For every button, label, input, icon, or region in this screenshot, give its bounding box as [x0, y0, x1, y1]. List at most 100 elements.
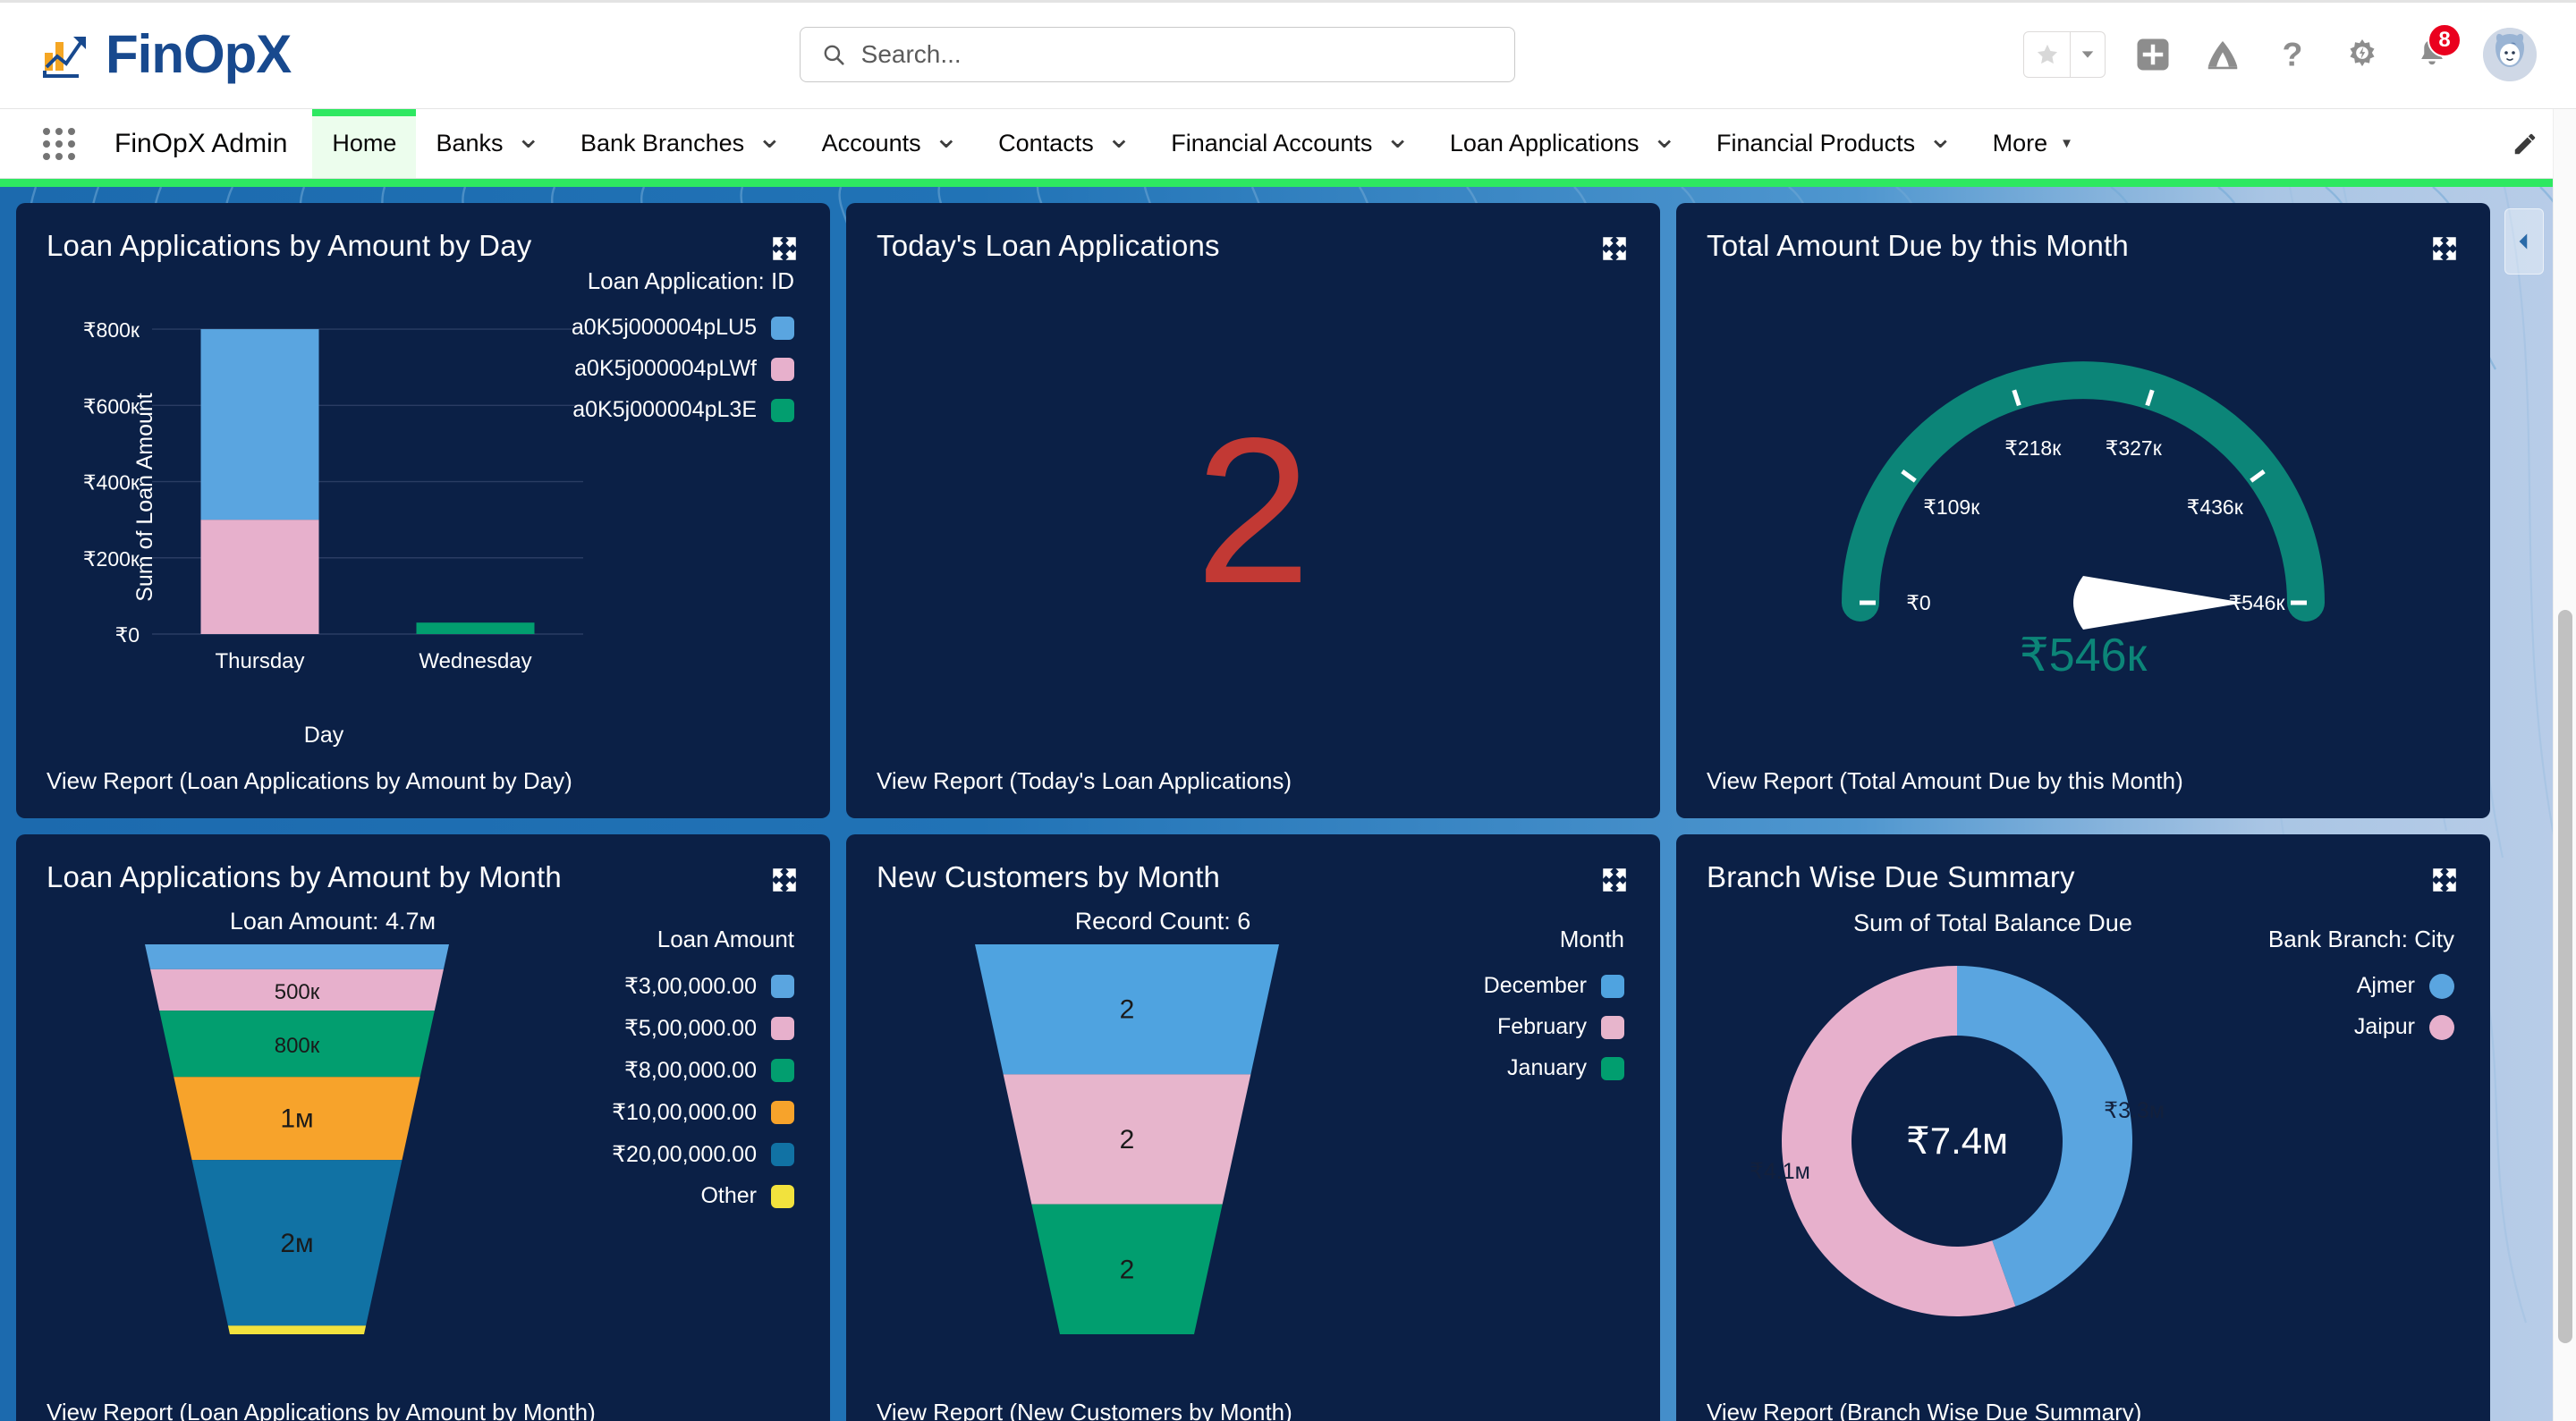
question-mark-icon[interactable]: ?	[2270, 32, 2315, 77]
donut-slice-label: ₹4.1м	[1750, 1159, 1810, 1184]
view-report-link[interactable]: View Report (Branch Wise Due Summary)	[1707, 1390, 2460, 1421]
legend-color-swatch	[771, 1101, 794, 1124]
card-header: Loan Applications by Amount by Day	[47, 229, 800, 264]
search-input[interactable]	[860, 39, 1493, 69]
chart-area-funnel: Loan Amount: 4.7м 500к 800к 1м 2м Loan Amou…	[47, 895, 800, 1390]
nav-item-label: Contacts	[998, 130, 1094, 156]
view-report-link[interactable]: View Report (Today's Loan Applications)	[877, 758, 1630, 818]
legend-item[interactable]: a0K5j000004pLU5	[572, 315, 794, 341]
legend-item[interactable]: ₹20,00,000.00	[612, 1141, 794, 1168]
favorites-group[interactable]	[2023, 30, 2106, 78]
search-icon	[822, 43, 845, 66]
page-scrollbar-thumb[interactable]	[2558, 610, 2572, 1343]
tent-icon[interactable]	[2200, 32, 2245, 77]
star-icon[interactable]	[2024, 31, 2071, 77]
legend-item[interactable]: ₹8,00,000.00	[612, 1057, 794, 1084]
nav-item-banks[interactable]: Banks ⌄	[416, 109, 561, 178]
expand-icon[interactable]	[769, 865, 800, 895]
legend-item[interactable]: ₹5,00,000.00	[612, 1015, 794, 1042]
bell-icon[interactable]: 8	[2410, 22, 2462, 77]
nav-item-financial-products[interactable]: Financial Products ⌄	[1697, 109, 1973, 178]
nav-item-financial-accounts[interactable]: Financial Accounts ⌄	[1151, 109, 1430, 178]
svg-text:₹109к: ₹109к	[1923, 495, 1980, 519]
view-report-link[interactable]: View Report (Loan Applications by Amount…	[47, 758, 800, 818]
expand-icon[interactable]	[1599, 865, 1630, 895]
funnel-svg[interactable]: 2 2 2	[877, 935, 1377, 1347]
waffle-dot	[55, 152, 63, 160]
expand-icon[interactable]	[2429, 233, 2460, 264]
app-launcher-icon[interactable]	[34, 109, 84, 178]
legend-item[interactable]: January	[1484, 1055, 1624, 1081]
nav-item-label: Financial Accounts	[1171, 130, 1373, 156]
chevron-down-icon[interactable]: ⌄	[516, 123, 542, 153]
chevron-down-icon[interactable]: ⌄	[757, 123, 783, 153]
page-scrollbar[interactable]	[2553, 109, 2576, 1421]
funnel-svg[interactable]: 500к 800к 1м 2м	[47, 935, 547, 1347]
funnel-segment-label: 2	[1120, 995, 1135, 1025]
legend-item-label: ₹20,00,000.00	[612, 1142, 757, 1167]
chevron-down-icon[interactable]: ▼	[2060, 137, 2073, 150]
chevron-down-icon[interactable]	[2071, 32, 2105, 77]
global-search-area	[291, 26, 2023, 82]
collapse-panel-button[interactable]	[2504, 208, 2544, 275]
avatar[interactable]	[2483, 27, 2537, 81]
funnel-segment	[227, 1325, 367, 1334]
waffle-dot	[55, 127, 63, 135]
chart-area-metric: 2	[877, 264, 1630, 758]
nav-item-label: Banks	[436, 130, 504, 156]
nav-item-bank-branches[interactable]: Bank Branches ⌄	[561, 109, 802, 178]
legend-item[interactable]: Ajmer	[2268, 973, 2454, 999]
legend-item[interactable]: Jaipur	[2268, 1014, 2454, 1040]
bar-chart-svg[interactable]: ₹0₹200к₹400к₹600к₹800кThursday Wednesday	[47, 305, 601, 689]
legend-item[interactable]: a0K5j000004pLWf	[572, 356, 794, 382]
header-top-divider	[0, 0, 2576, 3]
legend-title: Loan Amount	[657, 926, 794, 952]
view-report-link[interactable]: View Report (Total Amount Due by this Mo…	[1707, 758, 2460, 818]
view-report-link[interactable]: View Report (New Customers by Month)	[877, 1390, 1630, 1421]
logo-text: FinOpX	[106, 23, 292, 84]
legend-item[interactable]: ₹3,00,000.00	[612, 973, 794, 1000]
app-name[interactable]: FinOpX Admin	[84, 109, 312, 178]
expand-icon[interactable]	[2429, 865, 2460, 895]
nav-item-home[interactable]: Home	[312, 109, 417, 178]
chevron-down-icon[interactable]: ⌄	[934, 123, 960, 153]
chevron-down-icon[interactable]: ⌄	[1106, 123, 1132, 153]
legend-color-swatch	[771, 1017, 794, 1040]
card-title: Loan Applications by Amount by Month	[47, 860, 562, 893]
nav-item-contacts[interactable]: Contacts ⌄	[979, 109, 1151, 178]
gauge-svg[interactable]: ₹0₹109к₹218к ₹327к₹436к₹546к₹546к	[1743, 297, 2423, 726]
card-title: Loan Applications by Amount by Day	[47, 229, 532, 262]
donut-svg[interactable]: ₹3.3м ₹4.1м ₹7.4м	[1707, 937, 2207, 1340]
legend-item-label: ₹3,00,000.00	[624, 974, 757, 999]
bar-chart: Sum of Loan Amount ₹0 ₹200к ₹400к ₹600к ₹800…	[47, 305, 601, 748]
chevron-down-icon[interactable]: ⌄	[1928, 123, 1953, 153]
card-header: Branch Wise Due Summary	[1707, 860, 2460, 895]
notification-badge: 8	[2428, 22, 2462, 57]
legend-color-swatch	[2429, 1014, 2454, 1040]
nav-item-accounts[interactable]: Accounts ⌄	[802, 109, 979, 178]
legend-item-label: a0K5j000004pLWf	[574, 356, 757, 381]
gear-icon[interactable]	[2340, 32, 2385, 77]
legend-item[interactable]: a0K5j000004pL3E	[572, 397, 794, 423]
app-logo[interactable]: FinOpX	[39, 23, 292, 84]
legend-color-swatch	[771, 1143, 794, 1166]
legend-item[interactable]: February	[1484, 1014, 1624, 1040]
expand-icon[interactable]	[1599, 233, 1630, 264]
search-box[interactable]	[799, 26, 1515, 82]
plus-icon[interactable]	[2131, 32, 2175, 77]
chevron-down-icon[interactable]: ⌄	[1385, 123, 1411, 153]
legend-item[interactable]: Other	[612, 1183, 794, 1209]
view-report-link[interactable]: View Report (Loan Applications by Amount…	[47, 1390, 800, 1421]
chevron-down-icon[interactable]: ⌄	[1652, 123, 1678, 153]
nav-item-loan-applications[interactable]: Loan Applications ⌄	[1430, 109, 1697, 178]
expand-icon[interactable]	[769, 233, 800, 264]
finopx-logo-icon	[39, 26, 97, 83]
legend-items: December February January	[1484, 973, 1624, 1081]
funnel-total-label: Record Count: 6	[1074, 908, 1251, 935]
donut-slice-label: ₹3.3м	[2104, 1098, 2165, 1123]
legend-item[interactable]: December	[1484, 973, 1624, 999]
nav-item-label: More	[1992, 130, 2048, 156]
legend-item[interactable]: ₹10,00,000.00	[612, 1099, 794, 1126]
svg-text:₹0: ₹0	[1906, 591, 1930, 614]
nav-item-more[interactable]: More ▼	[1973, 109, 2093, 178]
